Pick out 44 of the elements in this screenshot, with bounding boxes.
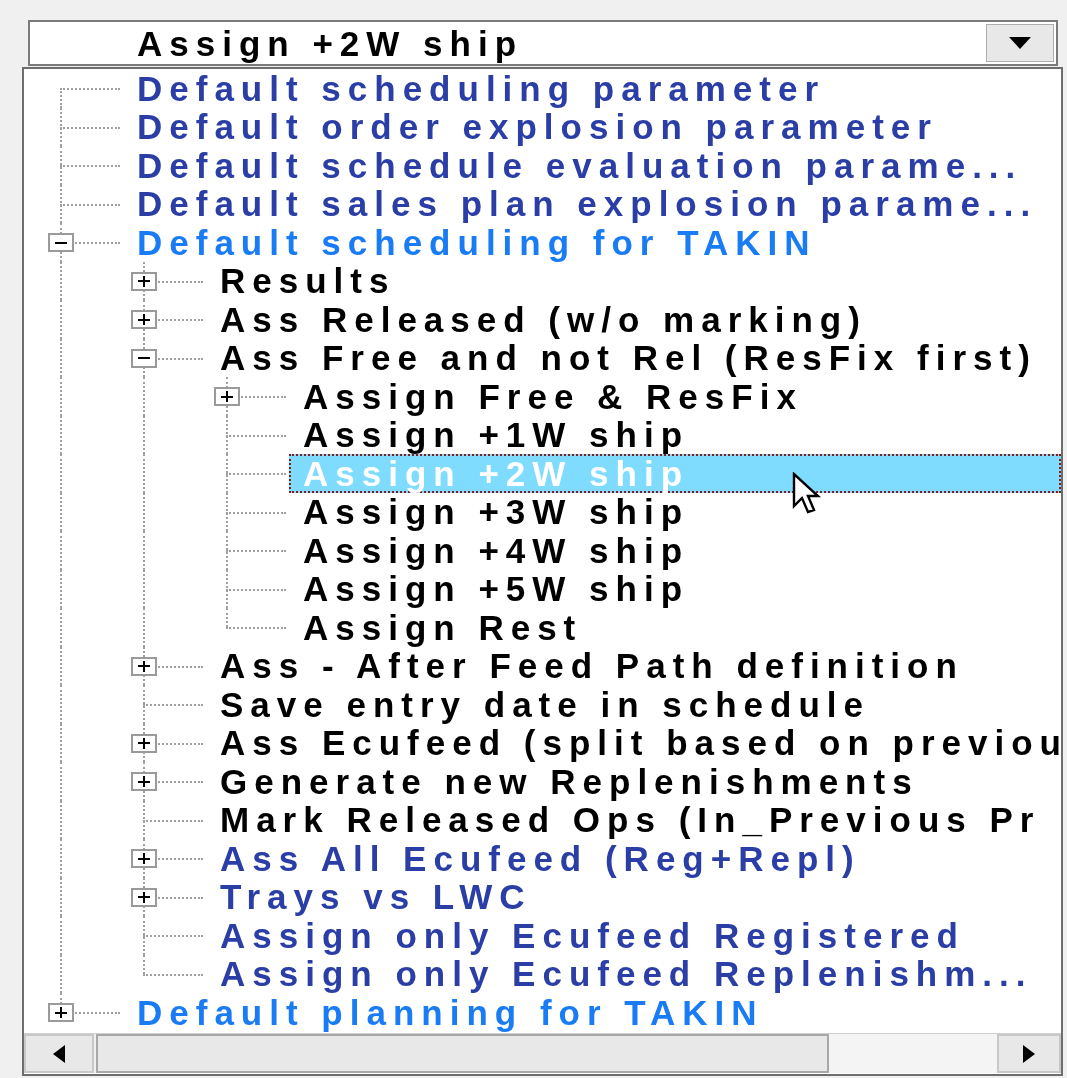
tree-item[interactable]: Assign +5W ship (289, 569, 692, 608)
expand-toggle[interactable] (131, 656, 157, 676)
tree-item[interactable]: Assign +1W ship (289, 415, 692, 454)
tree-item[interactable]: Ass Ecufeed (split based on previou (206, 723, 1061, 762)
expand-toggle[interactable] (131, 887, 157, 907)
scroll-thumb[interactable] (96, 1034, 829, 1073)
tree-item[interactable]: Assign Free & ResFix (289, 377, 805, 416)
scroll-right-button[interactable] (997, 1034, 1061, 1073)
tree-item[interactable]: Mark Released Ops (In_Previous Pr (206, 800, 1043, 839)
tree-item[interactable]: Ass - After Feed Path definition (206, 646, 966, 685)
tree-item[interactable]: Ass Free and not Rel (ResFix first) (206, 338, 1039, 377)
expand-toggle[interactable] (131, 310, 157, 329)
tree-item[interactable]: Default schedule evaluation parame... (123, 146, 1025, 185)
caret-icon (1009, 37, 1031, 49)
tree-item[interactable]: Default sales plan explosion parame... (123, 184, 1040, 223)
tree-item[interactable]: Assign only Ecufeed Replenishm... (206, 954, 1035, 993)
tree-item[interactable]: Default order explosion parameter (123, 107, 940, 146)
tree-item[interactable]: Assign +4W ship (289, 531, 692, 570)
tree-item[interactable]: Assign Rest (289, 608, 585, 647)
combo-value: Assign +2W ship (137, 25, 524, 61)
collapse-toggle[interactable] (48, 233, 74, 252)
tree-item[interactable]: Trays vs LWC (206, 877, 534, 916)
combo-box[interactable]: Assign +2W ship (28, 20, 1058, 66)
tree-item[interactable]: Default scheduling for TAKIN (123, 223, 819, 262)
right-arrow-icon (1023, 1044, 1035, 1063)
tree-item[interactable]: Default planning for TAKIN (123, 993, 766, 1032)
expand-toggle[interactable] (48, 1003, 74, 1022)
tree-item[interactable]: Assign only Ecufeed Registered (206, 916, 967, 955)
dropdown-button[interactable] (986, 24, 1054, 62)
tree-item[interactable]: Results (206, 261, 398, 300)
collapse-toggle[interactable] (131, 348, 157, 368)
expand-toggle[interactable] (214, 387, 240, 406)
tree-item[interactable]: Save entry date in schedule (206, 685, 872, 724)
tree-item[interactable]: Default scheduling parameter (123, 69, 828, 108)
expand-toggle[interactable] (131, 733, 157, 753)
expand-toggle[interactable] (131, 772, 157, 791)
tree-item[interactable]: Ass All Ecufeed (Reg+Repl) (206, 839, 863, 878)
tree-item[interactable]: Assign +3W ship (289, 492, 692, 531)
tree-item[interactable]: Generate new Replenishments (206, 762, 921, 801)
expand-toggle[interactable] (131, 271, 157, 291)
left-arrow-icon (53, 1044, 65, 1063)
expand-toggle[interactable] (131, 849, 157, 868)
scroll-left-button[interactable] (24, 1034, 94, 1073)
tree-item[interactable]: Ass Released (w/o marking) (206, 300, 869, 339)
